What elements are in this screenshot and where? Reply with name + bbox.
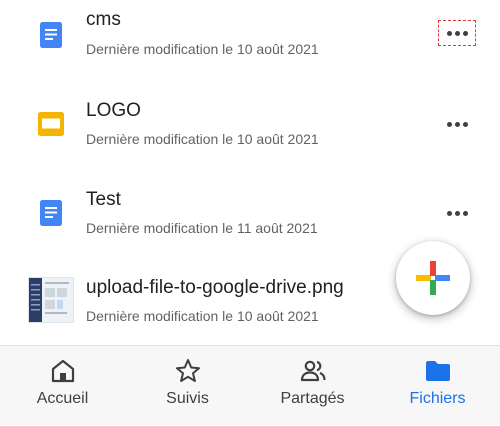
file-modified-date: Dernière modification le 10 août 2021	[86, 41, 319, 57]
slides-icon	[38, 111, 64, 137]
home-icon	[51, 359, 74, 383]
file-name: upload-file-to-google-drive.png	[86, 277, 344, 298]
more-options-button[interactable]	[438, 200, 476, 226]
docs-icon	[38, 200, 64, 226]
more-horizontal-icon	[446, 30, 468, 36]
docs-icon	[38, 22, 64, 48]
people-icon	[300, 360, 326, 382]
star-icon	[175, 359, 200, 382]
nav-item-suivis[interactable]: Suivis	[125, 346, 250, 426]
file-modified-date: Dernière modification le 10 août 2021	[86, 131, 319, 147]
file-modified-date: Dernière modification le 10 août 2021	[86, 308, 319, 324]
file-name: cms	[86, 9, 121, 30]
plus-icon	[416, 261, 450, 295]
more-options-button[interactable]	[438, 111, 476, 137]
more-horizontal-icon	[446, 121, 468, 127]
nav-label: Fichiers	[409, 390, 466, 407]
file-name: LOGO	[86, 100, 141, 121]
nav-item-partages[interactable]: Partagés	[250, 346, 375, 426]
file-modified-date: Dernière modification le 11 août 2021	[86, 220, 318, 236]
nav-item-accueil[interactable]: Accueil	[0, 346, 125, 426]
nav-label: Accueil	[36, 390, 89, 407]
folder-icon	[425, 361, 450, 381]
image-thumbnail	[28, 277, 74, 323]
file-row[interactable]: cms Dernière modification le 10 août 202…	[0, 0, 500, 78]
bottom-navigation: Accueil Suivis Partagés Fichiers	[0, 345, 500, 425]
file-row[interactable]: LOGO Dernière modification le 10 août 20…	[0, 87, 500, 167]
nav-item-fichiers[interactable]: Fichiers	[375, 346, 500, 426]
file-name: Test	[86, 189, 121, 210]
nav-label: Partagés	[280, 390, 345, 407]
nav-label: Suivis	[166, 390, 209, 407]
more-options-button[interactable]	[438, 20, 476, 46]
new-file-fab-button[interactable]	[396, 241, 470, 315]
more-horizontal-icon	[446, 210, 468, 216]
